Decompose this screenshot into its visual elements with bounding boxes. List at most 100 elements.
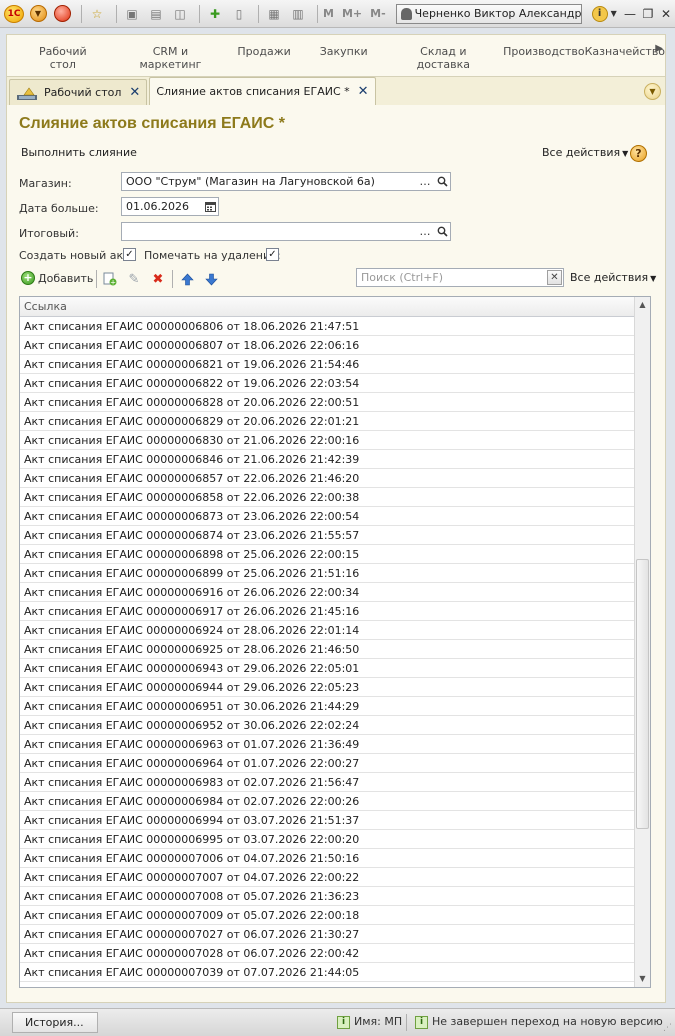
resize-grip-icon[interactable]: ⋰	[663, 1023, 672, 1033]
table-row[interactable]: Акт списания ЕГАИС 00000006898 от 25.06.…	[20, 545, 634, 564]
table-row[interactable]: Акт списания ЕГАИС 00000006994 от 03.07.…	[20, 811, 634, 830]
tab-desktop[interactable]: Рабочий стол ✕	[9, 79, 148, 105]
acts-table[interactable]: Ссылка Акт списания ЕГАИС 00000006806 от…	[19, 296, 651, 988]
column-header-link[interactable]: Ссылка	[20, 297, 634, 317]
table-row[interactable]: Акт списания ЕГАИС 00000006944 от 29.06.…	[20, 678, 634, 697]
select-ellipsis-icon[interactable]: …	[417, 173, 433, 190]
section-desktop[interactable]: Рабочий стол	[7, 35, 117, 76]
help-icon[interactable]: ?	[630, 145, 647, 162]
table-row[interactable]: Акт списания ЕГАИС 00000006806 от 18.06.…	[20, 317, 634, 336]
memory-subtract-button[interactable]: M-	[370, 7, 386, 20]
tab-merge-acts[interactable]: Слияние актов списания ЕГАИС * ✕	[149, 77, 376, 105]
save-icon[interactable]: ▣	[122, 4, 142, 24]
result-field[interactable]: …	[121, 222, 451, 241]
scroll-up-icon[interactable]: ▲	[635, 297, 650, 313]
create-new-checkbox[interactable]: ✓	[123, 248, 136, 261]
table-row[interactable]: Акт списания ЕГАИС 00000006995 от 03.07.…	[20, 830, 634, 849]
table-row[interactable]: Акт списания ЕГАИС 00000007039 от 07.07.…	[20, 963, 634, 982]
table-row[interactable]: Акт списания ЕГАИС 00000007008 от 05.07.…	[20, 887, 634, 906]
memory-add-button[interactable]: M+	[342, 7, 362, 20]
info-dropdown-icon[interactable]: ▼	[611, 9, 617, 18]
table-row[interactable]: Акт списания ЕГАИС 00000006821 от 19.06.…	[20, 355, 634, 374]
table-row[interactable]: Акт списания ЕГАИС 00000006964 от 01.07.…	[20, 754, 634, 773]
close-app-icon[interactable]	[52, 4, 72, 24]
print-icon[interactable]: ▤	[146, 4, 166, 24]
table-row[interactable]: Акт списания ЕГАИС 00000006943 от 29.06.…	[20, 659, 634, 678]
edit-pencil-icon[interactable]: ✎	[126, 271, 142, 287]
add-favorite-icon[interactable]: ✚	[205, 4, 225, 24]
table-row[interactable]: Акт списания ЕГАИС 00000006829 от 20.06.…	[20, 412, 634, 431]
scroll-down-icon[interactable]: ▼	[635, 971, 650, 987]
close-window-icon[interactable]: ✕	[657, 7, 675, 21]
section-production[interactable]: Производство	[503, 35, 584, 76]
preview-icon[interactable]: ◫	[170, 4, 190, 24]
table-row[interactable]: Акт списания ЕГАИС 00000006828 от 20.06.…	[20, 393, 634, 412]
favorites-star-icon[interactable]: ☆	[87, 4, 107, 24]
table-row[interactable]: Акт списания ЕГАИС 00000006917 от 26.06.…	[20, 602, 634, 621]
info-icon[interactable]: i	[591, 5, 608, 22]
table-row[interactable]: Акт списания ЕГАИС 00000006846 от 21.06.…	[20, 450, 634, 469]
table-row[interactable]: Акт списания ЕГАИС 00000006822 от 19.06.…	[20, 374, 634, 393]
delete-icon[interactable]: ✖	[150, 271, 166, 287]
section-sales[interactable]: Продажи	[224, 35, 304, 76]
sections-scroll-right-icon[interactable]: ▶	[655, 43, 663, 54]
table-row[interactable]: Акт списания ЕГАИС 00000006873 от 23.06.…	[20, 507, 634, 526]
table-row[interactable]: Акт списания ЕГАИС 00000006984 от 02.07.…	[20, 792, 634, 811]
user-button[interactable]: Черненко Виктор Александров...	[395, 3, 582, 24]
run-merge-button[interactable]: Выполнить слияние	[21, 146, 137, 159]
minimize-icon[interactable]: —	[621, 7, 639, 21]
section-purchases[interactable]: Закупки	[304, 35, 384, 76]
copy-row-icon[interactable]: +	[102, 271, 118, 287]
migration-status[interactable]: Не завершен переход на новую версию	[432, 1015, 663, 1028]
tabs-menu-icon[interactable]: ▼	[644, 83, 661, 100]
add-button[interactable]: + Добавить	[21, 271, 93, 285]
scrollbar-thumb[interactable]	[636, 559, 649, 829]
table-row[interactable]: Акт списания ЕГАИС 00000006899 от 25.06.…	[20, 564, 634, 583]
close-tab-icon[interactable]: ✕	[129, 85, 140, 100]
select-ellipsis-icon[interactable]: …	[417, 223, 433, 240]
table-row[interactable]: Акт списания ЕГАИС 00000006858 от 22.06.…	[20, 488, 634, 507]
table-row[interactable]: Акт списания ЕГАИС 00000007006 от 04.07.…	[20, 849, 634, 868]
app-logo-icon[interactable]: 1С	[4, 4, 24, 24]
table-row[interactable]: Акт списания ЕГАИС 00000006983 от 02.07.…	[20, 773, 634, 792]
open-search-icon[interactable]	[434, 173, 450, 190]
search-input[interactable]: Поиск (Ctrl+F) ✕	[356, 268, 564, 287]
move-down-icon[interactable]	[203, 271, 219, 287]
memory-store-button[interactable]: M	[323, 7, 334, 20]
table-row[interactable]: Акт списания ЕГАИС 00000007007 от 04.07.…	[20, 868, 634, 887]
move-up-icon[interactable]	[179, 271, 195, 287]
clear-search-icon[interactable]: ✕	[547, 270, 562, 285]
calendar-icon[interactable]	[202, 198, 218, 215]
table-row[interactable]: Акт списания ЕГАИС 00000006924 от 28.06.…	[20, 621, 634, 640]
section-crm[interactable]: CRM и маркетинг	[117, 35, 225, 76]
main-menu-icon[interactable]: ▼	[28, 4, 48, 24]
history-button[interactable]: История...	[12, 1012, 98, 1033]
date-field[interactable]: 01.06.2026	[121, 197, 219, 216]
calculator-icon[interactable]: ▦	[264, 4, 284, 24]
table-row[interactable]: Акт списания ЕГАИС 00000007028 от 06.07.…	[20, 944, 634, 963]
list-all-actions-button[interactable]: Все действия ▼	[570, 271, 656, 284]
table-row[interactable]: Акт списания ЕГАИС 00000006952 от 30.06.…	[20, 716, 634, 735]
table-row[interactable]: Акт списания ЕГАИС 00000006925 от 28.06.…	[20, 640, 634, 659]
vertical-scrollbar[interactable]: ▲ ▼	[634, 297, 650, 987]
close-tab-icon[interactable]: ✕	[358, 84, 369, 99]
store-field[interactable]: ООО "Струм" (Магазин на Лагуновской 6а) …	[121, 172, 451, 191]
table-row[interactable]: Акт списания ЕГАИС 00000006916 от 26.06.…	[20, 583, 634, 602]
calendar-icon[interactable]: ▥	[288, 4, 308, 24]
section-treasury[interactable]: Казначейство	[585, 35, 665, 76]
table-row[interactable]: Акт списания ЕГАИС 00000007009 от 05.07.…	[20, 906, 634, 925]
table-row[interactable]: Акт списания ЕГАИС 00000006807 от 18.06.…	[20, 336, 634, 355]
restore-icon[interactable]: ❐	[639, 7, 657, 21]
table-row[interactable]: Акт списания ЕГАИС 00000006857 от 22.06.…	[20, 469, 634, 488]
table-row[interactable]: Акт списания ЕГАИС 00000006963 от 01.07.…	[20, 735, 634, 754]
table-row[interactable]: Акт списания ЕГАИС 00000006874 от 23.06.…	[20, 526, 634, 545]
toolbar-separator	[317, 4, 318, 23]
document-icon[interactable]: ▯	[229, 4, 249, 24]
table-row[interactable]: Акт списания ЕГАИС 00000006951 от 30.06.…	[20, 697, 634, 716]
table-row[interactable]: Акт списания ЕГАИС 00000006830 от 21.06.…	[20, 431, 634, 450]
all-actions-button[interactable]: Все действия ▼	[542, 146, 628, 159]
section-warehouse[interactable]: Склад и доставка	[384, 35, 504, 76]
table-row[interactable]: Акт списания ЕГАИС 00000007027 от 06.07.…	[20, 925, 634, 944]
mark-delete-checkbox[interactable]: ✓	[266, 248, 279, 261]
open-search-icon[interactable]	[434, 223, 450, 240]
